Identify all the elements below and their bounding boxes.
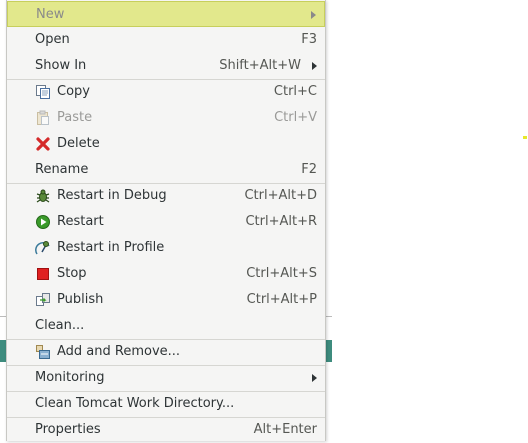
stop-icon [35, 266, 51, 282]
menu-item-clean[interactable]: Clean... [7, 313, 325, 339]
menu-item-monitoring[interactable]: Monitoring [7, 365, 325, 391]
copy-icon [35, 84, 51, 100]
menu-item-show-in[interactable]: Show In Shift+Alt+W [7, 53, 325, 79]
menu-item-rename[interactable]: Rename F2 [7, 157, 325, 183]
menu-item-restart-profile[interactable]: Restart in Profile [7, 235, 325, 261]
menu-item-add-remove[interactable]: Add and Remove... [7, 339, 325, 365]
menu-item-label: Stop [57, 266, 87, 281]
delete-icon [35, 136, 51, 152]
menu-item-delete[interactable]: Delete [7, 131, 325, 157]
paste-icon [35, 110, 51, 126]
menu-item-shortcut: Alt+Enter [253, 422, 317, 437]
menu-item-label: Properties [35, 422, 101, 437]
menu-item-label: Publish [57, 292, 104, 307]
profile-icon [35, 240, 51, 256]
menu-item-shortcut: Ctrl+Alt+D [244, 188, 317, 203]
menu-item-label: Open [35, 32, 70, 47]
menu-item-shortcut: Shift+Alt+W [219, 58, 301, 73]
menu-item-label: Restart [57, 214, 104, 229]
menu-item-restart-debug[interactable]: Restart in Debug Ctrl+Alt+D [7, 183, 325, 209]
debug-icon [35, 188, 51, 204]
add-remove-icon [35, 344, 51, 360]
menu-item-label: Show In [35, 58, 87, 73]
menu-item-properties[interactable]: Properties Alt+Enter [7, 417, 325, 443]
menu-item-shortcut: F3 [301, 32, 317, 47]
menu-item-open[interactable]: Open F3 [7, 27, 325, 53]
menu-item-new[interactable]: New [7, 1, 325, 27]
menu-item-paste[interactable]: Paste Ctrl+V [7, 105, 325, 131]
menu-item-shortcut: Ctrl+Alt+P [246, 292, 317, 307]
menu-item-publish[interactable]: Publish Ctrl+Alt+P [7, 287, 325, 313]
menu-item-label: Restart in Profile [57, 240, 165, 255]
menu-item-shortcut: Ctrl+V [274, 110, 317, 125]
menu-item-label: Rename [35, 162, 89, 177]
menu-item-shortcut: Ctrl+C [273, 84, 317, 99]
menu-item-shortcut: F2 [301, 162, 317, 177]
context-menu: New Open F3 Show In Shift+Alt+W Copy Ctr… [6, 0, 326, 441]
submenu-arrow-icon [312, 374, 317, 382]
run-icon [35, 214, 51, 230]
submenu-arrow-icon [311, 11, 316, 19]
menu-item-clean-tomcat[interactable]: Clean Tomcat Work Directory... [7, 391, 325, 417]
menu-item-label: Copy [57, 84, 90, 99]
menu-item-label: Add and Remove... [57, 344, 181, 359]
menu-item-stop[interactable]: Stop Ctrl+Alt+S [7, 261, 325, 287]
menu-item-shortcut: Ctrl+Alt+S [246, 266, 317, 281]
menu-item-shortcut: Ctrl+Alt+R [245, 214, 317, 229]
menu-item-restart[interactable]: Restart Ctrl+Alt+R [7, 209, 325, 235]
menu-item-label: Restart in Debug [57, 188, 167, 203]
menu-item-label: Delete [57, 136, 100, 151]
menu-item-label: Monitoring [35, 370, 105, 385]
background-marker [523, 136, 527, 139]
submenu-arrow-icon [312, 62, 317, 70]
menu-item-label: Paste [57, 110, 93, 125]
menu-item-copy[interactable]: Copy Ctrl+C [7, 79, 325, 105]
publish-icon [35, 292, 51, 308]
menu-item-label: Clean... [35, 318, 85, 333]
menu-item-label: New [36, 7, 65, 22]
menu-item-label: Clean Tomcat Work Directory... [35, 396, 235, 411]
